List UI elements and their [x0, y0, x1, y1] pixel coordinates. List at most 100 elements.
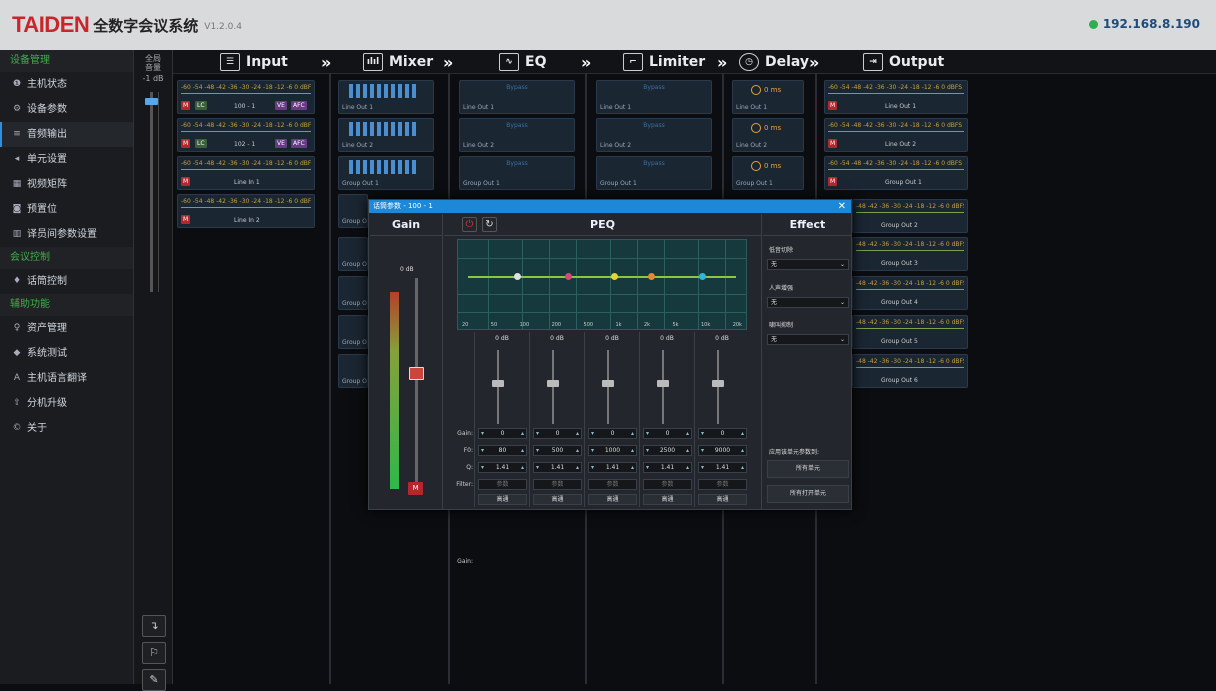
- input-channel-card[interactable]: -60 -54 -48 -42 -36 -30 -24 -18 -12 -6 0…: [177, 156, 315, 190]
- band-type-button[interactable]: 高通: [698, 494, 747, 505]
- spin-down-icon[interactable]: ▾: [591, 446, 594, 455]
- spin-up-icon[interactable]: ▴: [521, 429, 524, 438]
- eq-channel-card[interactable]: Bypass Line Out 2: [459, 118, 575, 152]
- band-filter-select[interactable]: 参数: [478, 479, 527, 490]
- band-q-input[interactable]: ▾ 1.41 ▴: [533, 462, 582, 473]
- band-gain-slider[interactable]: [717, 350, 719, 424]
- close-icon[interactable]: [838, 200, 846, 213]
- band-f0-input[interactable]: ▾ 500 ▴: [533, 445, 582, 456]
- mute-button[interactable]: M: [181, 101, 191, 110]
- spin-down-icon[interactable]: ▾: [646, 463, 649, 472]
- sidebar-item-booth-params[interactable]: ▥ 译员间参数设置: [0, 222, 133, 247]
- apply-open-units-button[interactable]: 所有打开单元: [767, 485, 849, 503]
- spin-up-icon[interactable]: ▴: [631, 446, 634, 455]
- band-f0-input[interactable]: ▾ 1000 ▴: [588, 445, 637, 456]
- mute-button[interactable]: M: [828, 101, 838, 110]
- sidebar-item-device-params[interactable]: ⚙ 设备参数: [0, 97, 133, 122]
- spin-down-icon[interactable]: ▾: [591, 429, 594, 438]
- stage-input[interactable]: ☰ Input: [220, 50, 288, 74]
- spin-up-icon[interactable]: ▴: [686, 446, 689, 455]
- apply-all-units-button[interactable]: 所有单元: [767, 460, 849, 478]
- mixer-channel-card[interactable]: Group Out 1: [338, 156, 434, 190]
- low-cut-select[interactable]: 无 ⌄: [767, 259, 849, 270]
- output-channel-card[interactable]: -48 -42 -36 -30 -24 -18 -12 -6 0 dBFS Gro…: [852, 237, 968, 271]
- spin-down-icon[interactable]: ▾: [481, 463, 484, 472]
- sidebar-section-aux[interactable]: 辅助功能: [0, 294, 133, 316]
- output-channel-card[interactable]: -48 -42 -36 -30 -24 -18 -12 -6 0 dBFS Gro…: [852, 354, 968, 388]
- spin-down-icon[interactable]: ▾: [701, 429, 704, 438]
- band-gain-input[interactable]: ▾ 0 ▴: [533, 428, 582, 439]
- spin-up-icon[interactable]: ▴: [521, 463, 524, 472]
- band-type-button[interactable]: 高通: [533, 494, 582, 505]
- spin-down-icon[interactable]: ▾: [536, 463, 539, 472]
- master-volume-knob[interactable]: [145, 98, 158, 105]
- output-channel-card[interactable]: -48 -42 -36 -30 -24 -18 -12 -6 0 dBFS Gro…: [852, 315, 968, 349]
- band-gain-slider[interactable]: [662, 350, 664, 424]
- spin-down-icon[interactable]: ▾: [701, 446, 704, 455]
- sidebar-section-device[interactable]: 设备管理: [0, 50, 133, 72]
- band-gain-knob[interactable]: [712, 380, 724, 387]
- band-q-input[interactable]: ▾ 1.41 ▴: [698, 462, 747, 473]
- output-channel-card[interactable]: -60 -54 -48 -42 -36 -30 -24 -18 -12 -6 0…: [824, 80, 968, 114]
- mixer-channel-card[interactable]: Group O: [338, 194, 368, 228]
- input-channel-card[interactable]: -60 -54 -48 -42 -36 -30 -24 -18 -12 -6 0…: [177, 194, 315, 228]
- sidebar-item-unit-settings[interactable]: ◂ 单元设置: [0, 147, 133, 172]
- band-gain-slider[interactable]: [497, 350, 499, 424]
- sidebar-item-video-matrix[interactable]: ▦ 视频矩阵: [0, 172, 133, 197]
- spin-down-icon[interactable]: ▾: [646, 446, 649, 455]
- delay-channel-card[interactable]: 0 ms Line Out 1: [732, 80, 804, 114]
- flag-button[interactable]: ⚐: [142, 642, 166, 664]
- voice-enhance-select[interactable]: 无 ⌄: [767, 297, 849, 308]
- spin-down-icon[interactable]: ▾: [646, 429, 649, 438]
- spin-down-icon[interactable]: ▾: [701, 463, 704, 472]
- eq-channel-card[interactable]: Bypass Line Out 1: [459, 80, 575, 114]
- band-q-input[interactable]: ▾ 1.41 ▴: [478, 462, 527, 473]
- spin-down-icon[interactable]: ▾: [536, 446, 539, 455]
- stage-eq[interactable]: ∿ EQ: [499, 50, 546, 74]
- band-gain-slider[interactable]: [607, 350, 609, 424]
- mute-button[interactable]: M: [181, 215, 191, 224]
- mixer-channel-card[interactable]: Group O: [338, 237, 368, 271]
- sidebar-item-preset[interactable]: ◙ 预置位: [0, 197, 133, 222]
- sidebar-item-assets[interactable]: ♀ 资产管理: [0, 316, 133, 341]
- spin-up-icon[interactable]: ▴: [741, 446, 744, 455]
- band-gain-slider[interactable]: [552, 350, 554, 424]
- band-gain-knob[interactable]: [602, 380, 614, 387]
- band-filter-select[interactable]: 参数: [643, 479, 692, 490]
- spin-up-icon[interactable]: ▴: [631, 463, 634, 472]
- band-gain-input[interactable]: ▾ 0 ▴: [478, 428, 527, 439]
- output-channel-card[interactable]: -48 -42 -36 -30 -24 -18 -12 -6 0 dBFS Gro…: [852, 276, 968, 310]
- mute-button[interactable]: M: [181, 139, 191, 148]
- spin-up-icon[interactable]: ▴: [741, 463, 744, 472]
- gain-mute-button[interactable]: M: [408, 482, 423, 495]
- mute-button[interactable]: M: [828, 139, 838, 148]
- stage-limiter[interactable]: ⌐ Limiter: [623, 50, 705, 74]
- mute-button[interactable]: M: [828, 177, 838, 186]
- band-q-input[interactable]: ▾ 1.41 ▴: [588, 462, 637, 473]
- band-gain-knob[interactable]: [657, 380, 669, 387]
- wrench-button[interactable]: ✎: [142, 669, 166, 691]
- spin-up-icon[interactable]: ▴: [576, 429, 579, 438]
- delay-channel-card[interactable]: 0 ms Line Out 2: [732, 118, 804, 152]
- band-gain-input[interactable]: ▾ 0 ▴: [698, 428, 747, 439]
- sidebar-item-host-status[interactable]: ❶ 主机状态: [0, 72, 133, 97]
- spin-up-icon[interactable]: ▴: [576, 463, 579, 472]
- sidebar-item-system-test[interactable]: ◆ 系统测试: [0, 341, 133, 366]
- band-gain-knob[interactable]: [547, 380, 559, 387]
- band-f0-input[interactable]: ▾ 2500 ▴: [643, 445, 692, 456]
- feedback-select[interactable]: 无 ⌄: [767, 334, 849, 345]
- band-type-button[interactable]: 高通: [478, 494, 527, 505]
- band-filter-select[interactable]: 参数: [698, 479, 747, 490]
- mixer-channel-card[interactable]: Line Out 2: [338, 118, 434, 152]
- spin-up-icon[interactable]: ▴: [521, 446, 524, 455]
- spin-down-icon[interactable]: ▾: [591, 463, 594, 472]
- band-f0-input[interactable]: ▾ 80 ▴: [478, 445, 527, 456]
- band-type-button[interactable]: 高通: [588, 494, 637, 505]
- sidebar-item-upgrade[interactable]: ⇧ 分机升级: [0, 391, 133, 416]
- band-filter-select[interactable]: 参数: [588, 479, 637, 490]
- sidebar-section-meeting[interactable]: 会议控制: [0, 247, 133, 269]
- limiter-channel-card[interactable]: Bypass Line Out 1: [596, 80, 712, 114]
- stage-mixer[interactable]: ılıl Mixer: [363, 50, 433, 74]
- mixer-channel-card[interactable]: Group O: [338, 276, 368, 310]
- stage-delay[interactable]: ◷ Delay: [739, 50, 809, 74]
